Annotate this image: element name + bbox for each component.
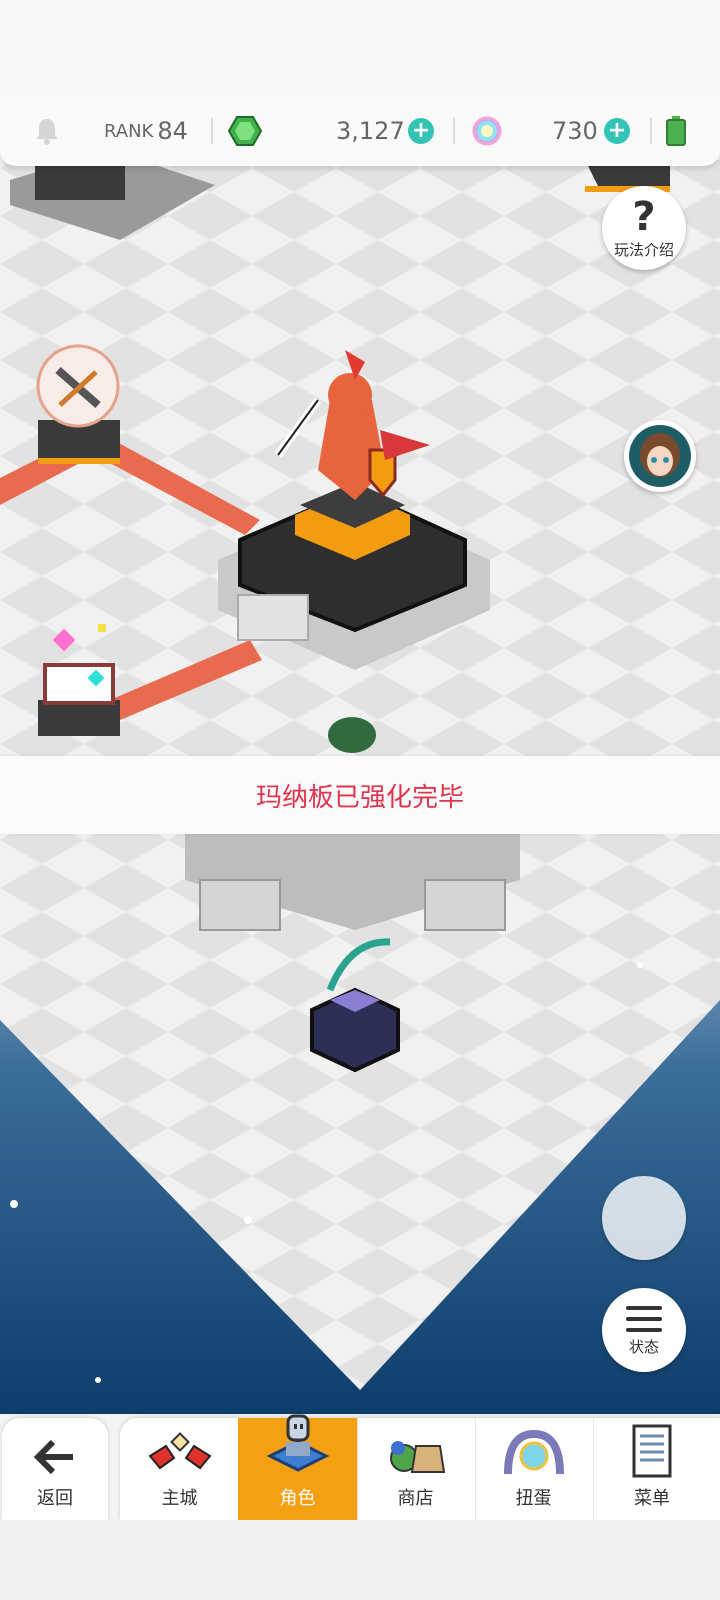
nav-label-town: 主城 [161,1488,198,1509]
battery-icon [666,96,686,166]
add-gems-button[interactable]: + [408,96,434,166]
back-button[interactable]: 返回 [2,1418,108,1520]
toast-message: 玛纳板已强化完毕 [0,756,720,834]
rank-value: 84 [157,117,188,145]
nav-tab-shop[interactable]: 商店 [356,1418,476,1520]
nav-tab-town[interactable]: 主城 [120,1418,240,1520]
chevron-double-down-icon [627,1188,661,1225]
bottom-nav: 主城 角色 商店 扭蛋 菜单 [120,1414,720,1520]
help-button[interactable]: ? 玩法介绍 [602,186,686,270]
gem-value: 3,127 [336,117,405,145]
bell-icon[interactable] [34,96,60,166]
learn-all-label: 一并学习 [613,1229,674,1248]
toast-text: 玛纳板已强化完毕 [255,782,464,813]
rainbow-orb-icon [472,96,502,166]
rank-display: RANK 84 [104,96,188,166]
nav-tab-gacha[interactable]: 扭蛋 [474,1418,594,1520]
help-label: 玩法介绍 [613,240,674,259]
green-gem-icon [228,96,262,166]
nav-label-character: 角色 [279,1488,316,1509]
rank-label: RANK [104,120,154,142]
arrow-left-icon [33,1439,73,1475]
shop-icon [389,1441,445,1473]
divider [453,118,455,144]
learn-all-button[interactable]: 一并学习 [602,1176,686,1260]
bottom-safe-area [0,1520,720,1600]
town-icon [147,1432,212,1470]
gacha-icon [503,1429,564,1475]
character-icon [266,1414,329,1472]
menu-list-icon [632,1424,672,1478]
divider [211,118,213,144]
orb-count: 730 [552,96,598,166]
nav-tab-character[interactable]: 角色 [238,1414,358,1520]
status-label: 状态 [628,1337,659,1356]
plus-icon: + [604,118,630,144]
character-avatar[interactable] [624,420,696,492]
divider [650,118,652,144]
add-orbs-button[interactable]: + [604,96,630,166]
gem-count: 3,127 [336,96,405,166]
nav-label-gacha: 扭蛋 [515,1488,552,1509]
status-button[interactable]: 状态 [602,1288,686,1372]
nav-tab-menu[interactable]: 菜单 [592,1418,712,1520]
game-screen: RANK 84 3,127 + 730 + ? 玩法介绍 玛纳板已强化完毕 一并… [0,0,720,1600]
back-label: 返回 [37,1488,73,1509]
top-status-bar: RANK 84 3,127 + 730 + [0,96,720,166]
orb-value: 730 [552,117,598,145]
nav-label-shop: 商店 [397,1488,434,1509]
plus-icon: + [408,118,434,144]
question-icon: ? [632,193,656,240]
nav-label-menu: 菜单 [634,1488,670,1509]
hamburger-icon [626,1305,662,1332]
